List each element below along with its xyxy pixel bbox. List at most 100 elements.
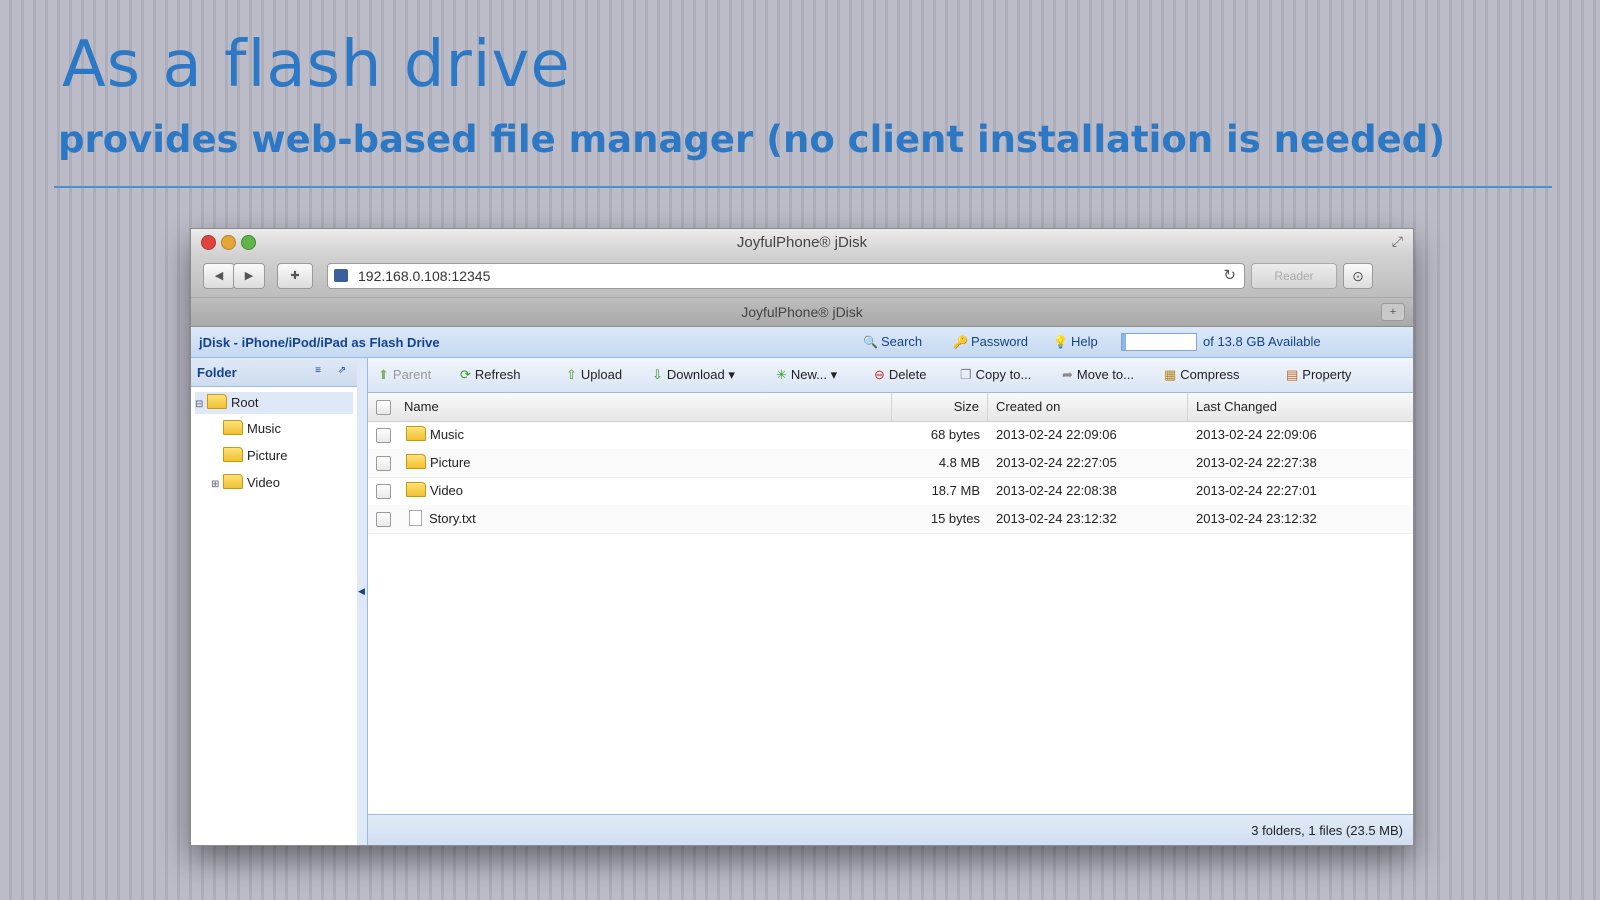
app-header: jDisk - iPhone/iPod/iPad as Flash Drive … xyxy=(191,327,1413,358)
tree-item-label: Picture xyxy=(247,448,288,463)
sidebar-header: Folder ≡ ⇗ xyxy=(191,358,357,387)
status-text: 3 folders, 1 files (23.5 MB) xyxy=(1251,823,1403,838)
row-checkbox[interactable] xyxy=(376,456,391,471)
row-checkbox[interactable] xyxy=(376,512,391,527)
file-row[interactable]: Picture 4.8 MB 2013-02-24 22:27:05 2013-… xyxy=(368,449,1413,478)
delete-label: Delete xyxy=(888,367,927,382)
reader-button[interactable]: Reader xyxy=(1251,263,1337,289)
fullscreen-icon[interactable]: ⤢ xyxy=(1392,233,1403,250)
title-divider xyxy=(54,186,1552,188)
tree-item-picture[interactable]: Picture xyxy=(223,445,287,467)
file-panel: ⬆ Parent ⟳ Refresh ⇧ Upload ⇩ Download ▾ ✳ Ne… xyxy=(368,358,1413,845)
file-grid-header: Name Size Created on Last Changed xyxy=(368,393,1413,422)
text-file-icon xyxy=(409,510,422,526)
file-changed: 2013-02-24 22:27:38 xyxy=(1196,455,1317,470)
size-column-header[interactable]: Size xyxy=(892,393,988,421)
magnifier-icon: 🔍 xyxy=(863,335,878,349)
file-row[interactable]: Story.txt 15 bytes 2013-02-24 23:12:32 2… xyxy=(368,505,1413,534)
url-text[interactable]: 192.168.0.108:12345 xyxy=(358,268,490,284)
refresh-icon: ⟳ xyxy=(460,367,471,382)
key-icon: 🔑 xyxy=(953,335,968,349)
tab-jdisk[interactable]: JoyfulPhone® jDisk xyxy=(191,304,1413,320)
tree-item-music[interactable]: Music xyxy=(223,418,281,440)
file-name-cell[interactable]: Picture xyxy=(406,449,470,477)
created-column-header[interactable]: Created on xyxy=(988,393,1188,421)
slide-title: As a flash drive xyxy=(62,28,571,102)
tree-item-video[interactable]: ⊞ Video xyxy=(211,472,280,494)
upload-icon: ⇧ xyxy=(566,367,577,382)
file-row[interactable]: Music 68 bytes 2013-02-24 22:09:06 2013-… xyxy=(368,421,1413,450)
collapse-all-icon[interactable]: ≡ xyxy=(311,364,325,378)
compress-icon: ▦ xyxy=(1164,367,1177,382)
search-link[interactable]: 🔍 Search xyxy=(863,334,922,349)
sidebar-splitter[interactable]: ◀ xyxy=(357,358,368,845)
parent-button[interactable]: ⬆ Parent xyxy=(378,367,431,383)
site-favicon-icon xyxy=(334,269,348,282)
compress-button[interactable]: ▦ Compress xyxy=(1164,367,1240,383)
refresh-label: Refresh xyxy=(474,367,521,382)
file-size: 68 bytes xyxy=(930,427,980,442)
share-icon: ✚ xyxy=(290,270,300,282)
file-row[interactable]: Video 18.7 MB 2013-02-24 22:08:38 2013-0… xyxy=(368,477,1413,506)
select-all-checkbox[interactable] xyxy=(376,400,391,415)
download-label: Download xyxy=(666,367,725,382)
window-titlebar[interactable]: JoyfulPhone® jDisk ⤢ xyxy=(191,229,1413,255)
refresh-button[interactable]: ⟳ Refresh xyxy=(460,367,520,383)
new-item-icon: ✳ xyxy=(776,367,787,382)
new-tab-button[interactable]: + xyxy=(1381,303,1405,321)
file-name: Story.txt xyxy=(429,511,476,526)
delete-button[interactable]: ⊖ Delete xyxy=(874,367,926,383)
tree-item-label: Music xyxy=(247,421,281,436)
folder-icon xyxy=(406,482,426,497)
storage-quota-bar xyxy=(1121,333,1197,351)
jdisk-app: jDisk - iPhone/iPod/iPad as Flash Drive … xyxy=(191,327,1413,845)
address-bar[interactable]: 192.168.0.108:12345 ↻ xyxy=(327,263,1245,289)
slide-subtitle: provides web-based file manager (no clie… xyxy=(58,118,1446,161)
folder-icon xyxy=(406,454,426,469)
changed-column-header[interactable]: Last Changed xyxy=(1188,393,1413,421)
copy-icon: ❐ xyxy=(960,367,972,382)
row-checkbox[interactable] xyxy=(376,484,391,499)
refresh-tree-icon[interactable]: ⇗ xyxy=(335,364,349,378)
file-created: 2013-02-24 22:27:05 xyxy=(996,455,1117,470)
file-name-cell[interactable]: Music xyxy=(406,421,464,449)
copy-to-button[interactable]: ❐ Copy to... xyxy=(960,367,1031,383)
move-label: Move to... xyxy=(1076,367,1134,382)
file-changed: 2013-02-24 22:27:01 xyxy=(1196,483,1317,498)
row-checkbox[interactable] xyxy=(376,428,391,443)
back-arrow-icon: ◀ xyxy=(214,270,224,282)
move-to-button[interactable]: ➦ Move to... xyxy=(1062,367,1134,383)
browser-window: JoyfulPhone® jDisk ⤢ ◀ ▶ ✚ 192.168.0.108… xyxy=(190,228,1414,846)
share-button[interactable]: ✚ xyxy=(277,263,313,289)
property-label: Property xyxy=(1302,367,1352,382)
copy-label: Copy to... xyxy=(975,367,1032,382)
file-name: Video xyxy=(430,483,464,498)
password-link[interactable]: 🔑 Password xyxy=(953,334,1028,349)
file-name-cell[interactable]: Story.txt xyxy=(406,505,476,533)
tree-expanded-icon[interactable]: ⊟ xyxy=(195,394,207,416)
new-button[interactable]: ✳ New... ▾ xyxy=(776,367,837,383)
download-button[interactable]: ⇩ Download ▾ xyxy=(652,367,735,383)
help-link[interactable]: 💡 Help xyxy=(1053,334,1098,349)
property-button[interactable]: ▤ Property xyxy=(1286,367,1351,383)
upload-label: Upload xyxy=(580,367,623,382)
window-title: JoyfulPhone® jDisk xyxy=(736,234,868,251)
reload-icon[interactable]: ↻ xyxy=(1223,266,1236,284)
downloads-button[interactable]: ⊙ xyxy=(1343,263,1373,289)
forward-arrow-icon: ▶ xyxy=(244,270,254,282)
compress-label: Compress xyxy=(1180,367,1240,382)
tree-collapsed-icon[interactable]: ⊞ xyxy=(211,474,223,496)
tab-strip: JoyfulPhone® jDisk + xyxy=(191,298,1413,327)
file-name-cell[interactable]: Video xyxy=(406,477,463,505)
collapse-sidebar-icon[interactable]: ◀ xyxy=(358,586,365,597)
download-icon: ⇩ xyxy=(652,367,663,382)
tree-item-root[interactable]: ⊟ Root xyxy=(195,392,353,414)
back-button[interactable]: ◀ xyxy=(203,263,235,289)
file-changed: 2013-02-24 23:12:32 xyxy=(1196,511,1317,526)
tree-item-label: Video xyxy=(247,475,281,490)
delete-icon: ⊖ xyxy=(874,367,885,382)
upload-button[interactable]: ⇧ Upload xyxy=(566,367,622,383)
file-changed: 2013-02-24 22:09:06 xyxy=(1196,427,1317,442)
name-column-header[interactable]: Name xyxy=(396,393,892,421)
forward-button[interactable]: ▶ xyxy=(233,263,265,289)
